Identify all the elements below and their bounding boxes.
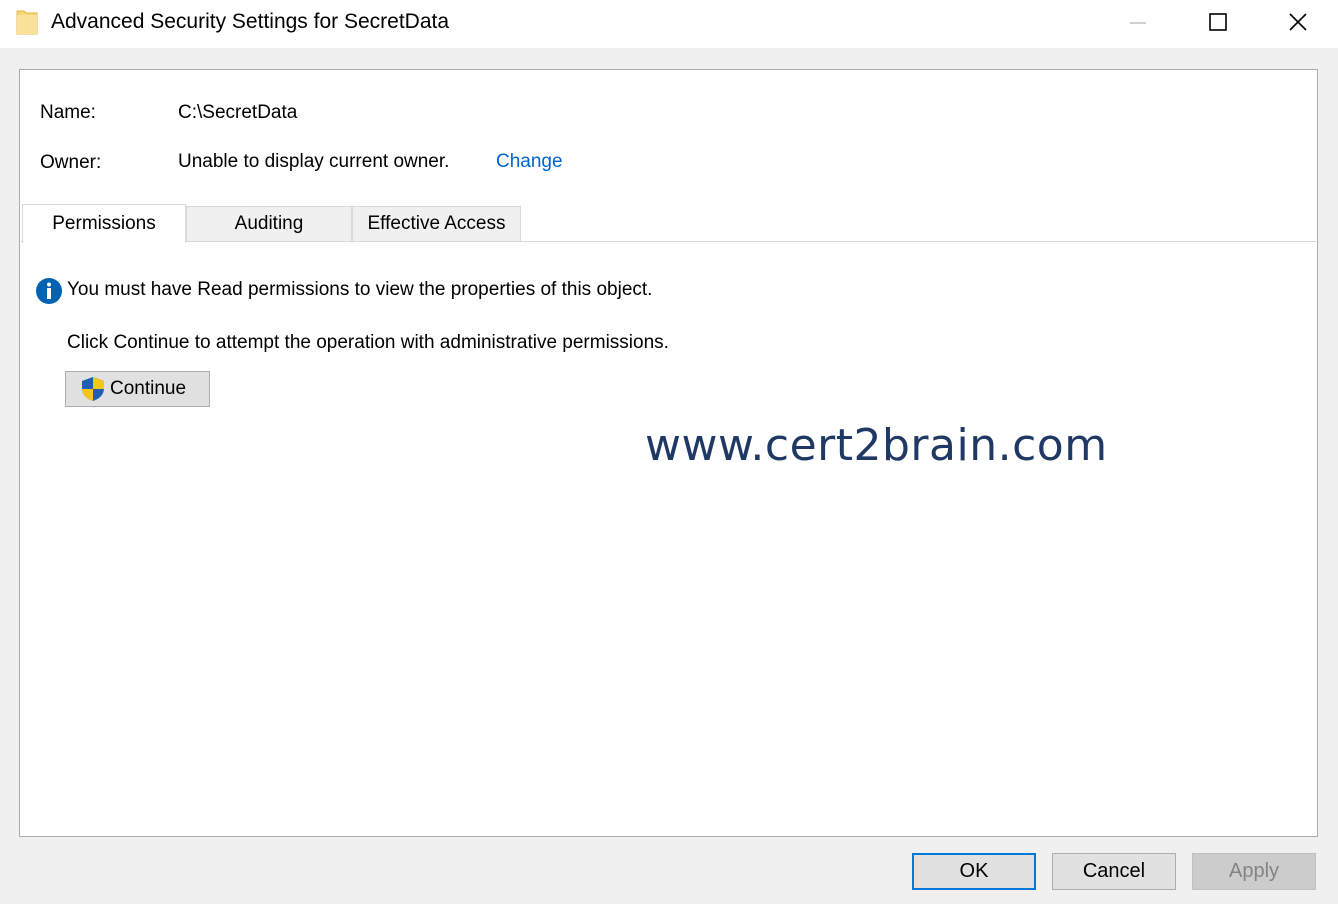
ok-button[interactable]: OK bbox=[912, 853, 1036, 890]
title-bar: Advanced Security Settings for SecretDat… bbox=[0, 0, 1338, 48]
minimize-button[interactable] bbox=[1098, 0, 1178, 44]
watermark-text: www.cert2brain.com bbox=[645, 420, 1108, 471]
continue-button[interactable]: Continue bbox=[65, 371, 210, 407]
owner-value: Unable to display current owner. bbox=[178, 151, 450, 172]
change-owner-link[interactable]: Change bbox=[496, 151, 563, 173]
window-title: Advanced Security Settings for SecretDat… bbox=[51, 10, 450, 33]
close-button[interactable] bbox=[1258, 0, 1338, 44]
apply-button: Apply bbox=[1192, 853, 1316, 890]
folder-icon bbox=[16, 9, 38, 35]
info-icon bbox=[35, 277, 63, 305]
cancel-button[interactable]: Cancel bbox=[1052, 853, 1176, 890]
close-icon bbox=[1289, 13, 1307, 31]
info-message: You must have Read permissions to view t… bbox=[67, 279, 653, 300]
tab-permissions[interactable]: Permissions bbox=[22, 204, 186, 243]
continue-label: Continue bbox=[110, 378, 187, 399]
instruction-text: Click Continue to attempt the operation … bbox=[67, 332, 669, 353]
owner-label: Owner: bbox=[40, 152, 102, 173]
maximize-button[interactable] bbox=[1178, 0, 1258, 44]
tab-effective-access[interactable]: Effective Access bbox=[352, 206, 521, 241]
name-label: Name: bbox=[40, 102, 96, 123]
tab-auditing[interactable]: Auditing bbox=[186, 206, 352, 241]
uac-shield-icon bbox=[82, 377, 104, 401]
minimize-icon bbox=[1130, 22, 1146, 24]
maximize-icon bbox=[1209, 13, 1227, 31]
tab-strip-divider bbox=[21, 241, 1316, 242]
name-value: C:\SecretData bbox=[178, 102, 298, 123]
